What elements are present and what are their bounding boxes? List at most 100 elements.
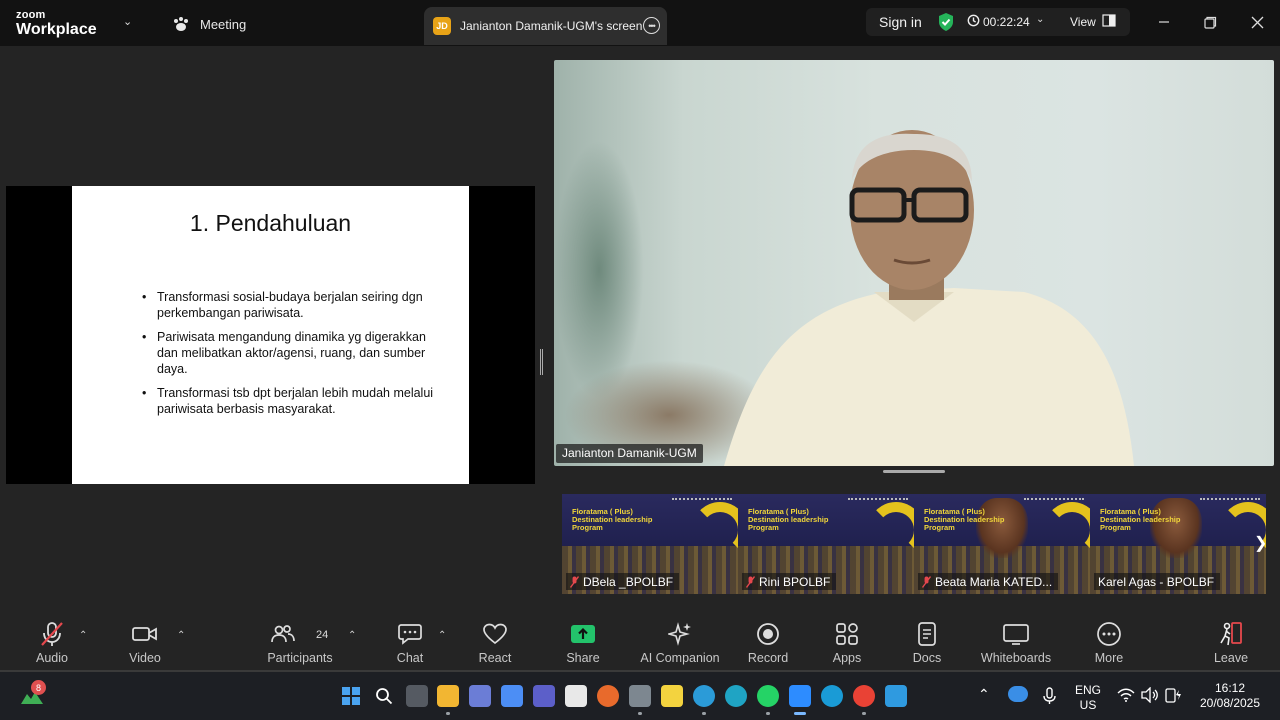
banner-logos bbox=[672, 498, 732, 504]
presenter-avatar: JD bbox=[433, 17, 451, 35]
participants-count: 24 bbox=[316, 629, 329, 641]
copilot-icon[interactable] bbox=[501, 685, 523, 707]
sparkle-icon bbox=[668, 620, 692, 648]
whatsapp-icon[interactable] bbox=[757, 685, 779, 707]
participant-tile[interactable]: Floratama ( Plus) Destination leadership… bbox=[738, 494, 914, 594]
task-view-icon[interactable] bbox=[406, 685, 428, 707]
banner-logos bbox=[1200, 498, 1260, 504]
clock-time: 16:12 bbox=[1214, 681, 1246, 695]
shield-check-icon[interactable] bbox=[937, 12, 955, 32]
slide-bullet: Transformasi sosial-budaya berjalan seir… bbox=[142, 289, 442, 321]
edge-dev-icon[interactable] bbox=[725, 685, 747, 707]
battery-charging-icon[interactable] bbox=[1164, 686, 1182, 704]
whiteboards-label: Whiteboards bbox=[980, 651, 1052, 665]
record-button[interactable]: Record bbox=[748, 620, 788, 668]
banner-title: Floratama ( Plus) Destination leadership… bbox=[1100, 507, 1181, 532]
active-speaker-video[interactable] bbox=[554, 60, 1274, 466]
chat-options-chevron-up-icon[interactable]: ⌃ bbox=[438, 630, 446, 641]
more-button[interactable]: More bbox=[1092, 620, 1126, 668]
close-button[interactable] bbox=[1245, 10, 1269, 34]
participants-button[interactable]: Participants bbox=[266, 620, 334, 668]
view-layout-icon[interactable] bbox=[1102, 14, 1116, 27]
keyboard-layout: US bbox=[1079, 698, 1097, 712]
edge-beta-icon[interactable] bbox=[821, 685, 843, 707]
slide-title: 1. Pendahuluan bbox=[189, 210, 352, 236]
docs-button[interactable]: Docs bbox=[913, 620, 941, 668]
meeting-timer[interactable]: 00:22:24 bbox=[983, 15, 1030, 29]
chevron-down-icon[interactable]: ⌄ bbox=[1036, 14, 1044, 25]
onedrive-icon[interactable] bbox=[1008, 686, 1028, 702]
mic-muted-icon bbox=[746, 575, 755, 588]
minimize-icon bbox=[1159, 21, 1169, 23]
teams-icon[interactable] bbox=[533, 685, 555, 707]
react-button[interactable]: React bbox=[478, 620, 512, 668]
restore-button[interactable] bbox=[1198, 10, 1222, 34]
microphone-icon[interactable] bbox=[1040, 686, 1060, 706]
title-bar: zoom Workplace ⌄ Meeting JD Janianton Da… bbox=[0, 0, 1280, 46]
participant-tile[interactable]: Floratama ( Plus) Destination leadership… bbox=[1090, 494, 1266, 594]
whiteboards-button[interactable]: Whiteboards bbox=[980, 620, 1052, 668]
zoom-app-icon[interactable] bbox=[789, 685, 811, 707]
banner-logos bbox=[1024, 498, 1084, 504]
show-hidden-icons-chevron-up-icon[interactable]: ⌃ bbox=[978, 687, 990, 702]
video-camera-icon bbox=[132, 620, 158, 648]
participant-name: Beata Maria KATED... bbox=[935, 574, 1053, 589]
zoom-window: zoom Workplace ⌄ Meeting JD Janianton Da… bbox=[0, 0, 1280, 720]
mic-muted-icon bbox=[922, 575, 931, 588]
volume-icon[interactable] bbox=[1141, 687, 1159, 703]
participant-tile[interactable]: Floratama ( Plus) Destination leadership… bbox=[914, 494, 1090, 594]
file-explorer-icon[interactable] bbox=[437, 685, 459, 707]
participants-options-chevron-up-icon[interactable]: ⌃ bbox=[348, 630, 356, 641]
chevron-right-icon[interactable]: ❯ bbox=[1254, 533, 1267, 553]
ai-companion-button[interactable]: AI Companion bbox=[640, 620, 720, 668]
store-icon[interactable] bbox=[565, 685, 587, 707]
minimize-button[interactable] bbox=[1152, 10, 1176, 34]
wifi-icon[interactable] bbox=[1117, 688, 1135, 702]
share-button[interactable]: Share bbox=[566, 620, 600, 668]
video-button[interactable]: Video bbox=[126, 620, 164, 668]
running-indicator bbox=[446, 712, 450, 715]
chrome-icon[interactable] bbox=[853, 685, 875, 707]
windows-start-icon[interactable] bbox=[342, 687, 360, 705]
heart-icon bbox=[483, 620, 507, 648]
resize-handle[interactable] bbox=[883, 470, 945, 473]
audio-options-chevron-up-icon[interactable]: ⌃ bbox=[79, 630, 87, 641]
edge-icon[interactable] bbox=[693, 685, 715, 707]
apps-button[interactable]: Apps bbox=[832, 620, 862, 668]
leave-button[interactable]: Leave bbox=[1214, 620, 1248, 668]
docs-label: Docs bbox=[912, 651, 942, 665]
sign-in-button[interactable]: Sign in bbox=[879, 14, 922, 30]
participant-tile[interactable]: Floratama ( Plus) Destination leadership… bbox=[562, 494, 738, 594]
chevron-down-icon[interactable]: ⌄ bbox=[123, 15, 132, 28]
share-label: Share bbox=[566, 651, 600, 665]
chat-button[interactable]: Chat bbox=[394, 620, 426, 668]
split-view-handle[interactable] bbox=[540, 349, 543, 375]
sticky-notes-icon[interactable] bbox=[661, 685, 683, 707]
chat-label: Chat bbox=[396, 651, 424, 665]
document-icon bbox=[917, 620, 937, 648]
audio-button[interactable]: Audio bbox=[34, 620, 70, 668]
view-button[interactable]: View bbox=[1070, 15, 1096, 29]
calculator-icon[interactable] bbox=[629, 685, 651, 707]
search-icon[interactable] bbox=[375, 687, 393, 705]
firefox-icon[interactable] bbox=[597, 685, 619, 707]
screen-share-tab[interactable]: JD Janianton Damanik-UGM's screen ••• bbox=[424, 7, 667, 45]
shared-screen[interactable]: 1. Pendahuluan Transformasi sosial-buday… bbox=[6, 186, 535, 484]
record-label: Record bbox=[747, 651, 789, 665]
apps-label: Apps bbox=[832, 651, 862, 665]
snipping-tool-icon[interactable] bbox=[469, 685, 491, 707]
system-clock[interactable]: 16:12 20/08/2025 bbox=[1192, 681, 1268, 711]
notepad-icon[interactable] bbox=[885, 685, 907, 707]
participant-name-tag: Beata Maria KATED... bbox=[918, 573, 1059, 590]
leave-door-icon bbox=[1218, 620, 1244, 648]
meeting-label: Meeting bbox=[200, 16, 247, 32]
running-indicator bbox=[638, 712, 642, 715]
banner-title: Floratama ( Plus) Destination leadership… bbox=[748, 507, 829, 532]
meeting-button[interactable]: Meeting bbox=[172, 14, 246, 34]
zoom-workplace-logo[interactable]: zoom Workplace bbox=[16, 10, 97, 38]
more-options-icon[interactable]: ••• bbox=[643, 17, 660, 34]
active-indicator bbox=[794, 712, 806, 715]
video-options-chevron-up-icon[interactable]: ⌃ bbox=[177, 630, 185, 641]
ai-companion-label: AI Companion bbox=[640, 651, 720, 665]
input-language[interactable]: ENG US bbox=[1070, 683, 1106, 713]
